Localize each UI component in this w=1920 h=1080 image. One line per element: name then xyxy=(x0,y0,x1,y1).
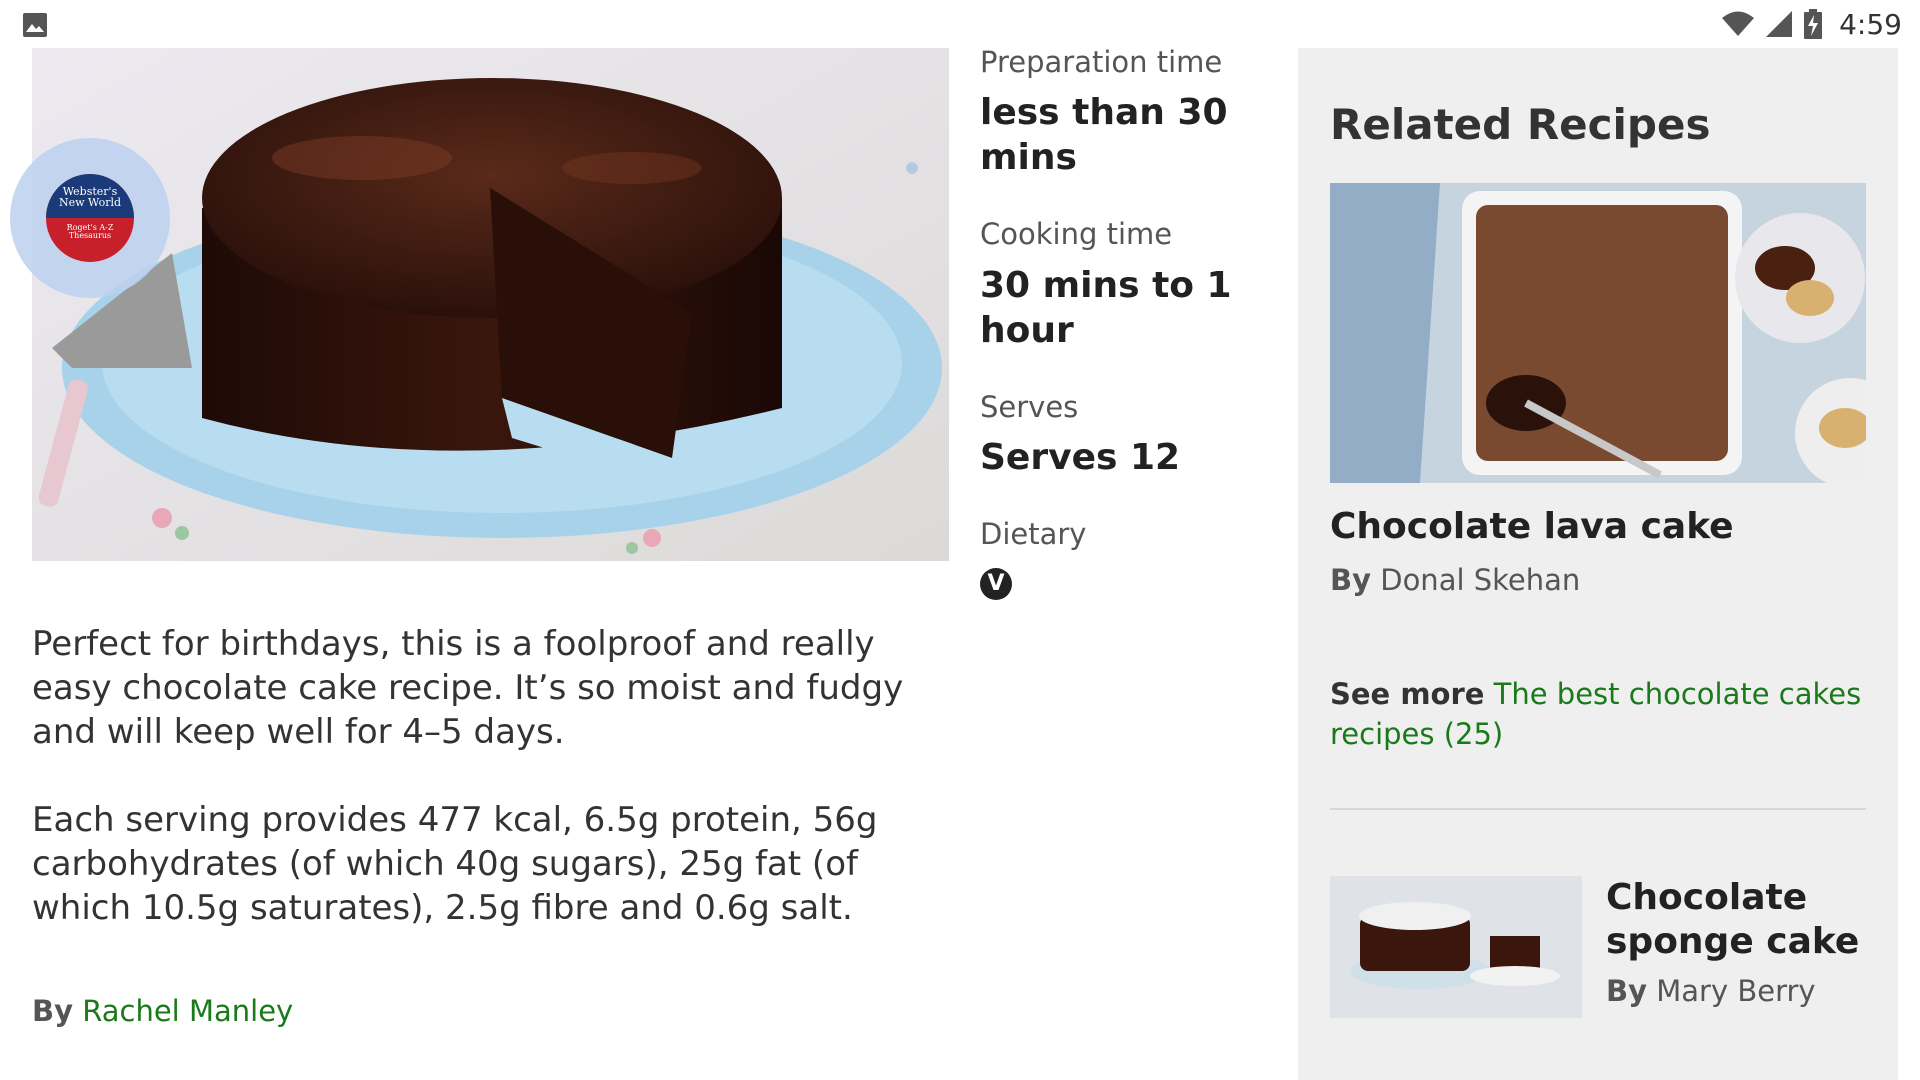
chocolate-lava-cake-image[interactable] xyxy=(1330,183,1866,483)
dietary: Dietary V xyxy=(980,516,1270,600)
thesaurus-logo: Webster's New World Roget's A-Z Thesauru… xyxy=(46,174,134,262)
serves-label: Serves xyxy=(980,389,1079,424)
battery-charging-icon xyxy=(1804,9,1823,39)
cook-time-value: 30 mins to 1 hour xyxy=(980,264,1232,351)
chocolate-sponge-cake-author-name[interactable]: Mary Berry xyxy=(1656,974,1815,1008)
recipe-intro: Perfect for birthdays, this is a foolpro… xyxy=(32,624,904,752)
chocolate-lava-cake-author: By Donal Skehan xyxy=(1330,563,1581,597)
image-icon xyxy=(23,13,47,37)
vegetarian-badge-icon[interactable]: V xyxy=(980,568,1012,600)
signal-icon xyxy=(1766,11,1793,37)
recipe-meta: Preparation time less than 30 mins Cooki… xyxy=(980,44,1270,636)
chocolate-sponge-cake-title[interactable]: Chocolate sponge cake xyxy=(1606,876,1866,964)
cook-time-label: Cooking time xyxy=(980,217,1173,252)
status-icons: 4:59 xyxy=(1721,7,1902,41)
wifi-icon xyxy=(1722,11,1755,36)
author-by-label: By xyxy=(32,994,74,1028)
serves-value: Serves 12 xyxy=(980,436,1181,478)
recipe-hero-image xyxy=(32,48,949,561)
thesaurus-app-icon[interactable]: Webster's New World Roget's A-Z Thesauru… xyxy=(10,138,170,298)
chocolate-sponge-cake-image[interactable] xyxy=(1330,876,1582,1018)
cook-time: Cooking time 30 mins to 1 hour xyxy=(980,216,1270,352)
serves: Serves Serves 12 xyxy=(980,389,1270,480)
see-more: See more The best chocolate cakes recipe… xyxy=(1330,674,1866,754)
author-link[interactable]: Rachel Manley xyxy=(82,994,293,1028)
divider xyxy=(1330,808,1866,810)
prep-time-value: less than 30 mins xyxy=(980,92,1228,179)
chocolate-lava-cake-author-name[interactable]: Donal Skehan xyxy=(1380,563,1580,597)
recipe-description: Perfect for birthdays, this is a foolpro… xyxy=(32,622,962,974)
related-recipes-title: Related Recipes xyxy=(1330,100,1711,149)
status-bar: 4:59 xyxy=(0,0,1920,48)
prep-time: Preparation time less than 30 mins xyxy=(980,44,1270,180)
nutrition-info: Each serving provides 477 kcal, 6.5g pro… xyxy=(32,800,878,928)
chocolate-lava-cake-title[interactable]: Chocolate lava cake xyxy=(1330,506,1734,547)
see-more-label: See more xyxy=(1330,677,1485,711)
clock: 4:59 xyxy=(1839,7,1902,41)
chocolate-sponge-cake-author: By Mary Berry xyxy=(1606,974,1816,1008)
related-recipes-panel: Related Recipes Chocolate lava cake By D… xyxy=(1298,48,1898,1080)
prep-time-label: Preparation time xyxy=(980,45,1223,79)
recipe-author: By Rachel Manley xyxy=(32,994,293,1028)
dietary-label: Dietary xyxy=(980,516,1087,551)
